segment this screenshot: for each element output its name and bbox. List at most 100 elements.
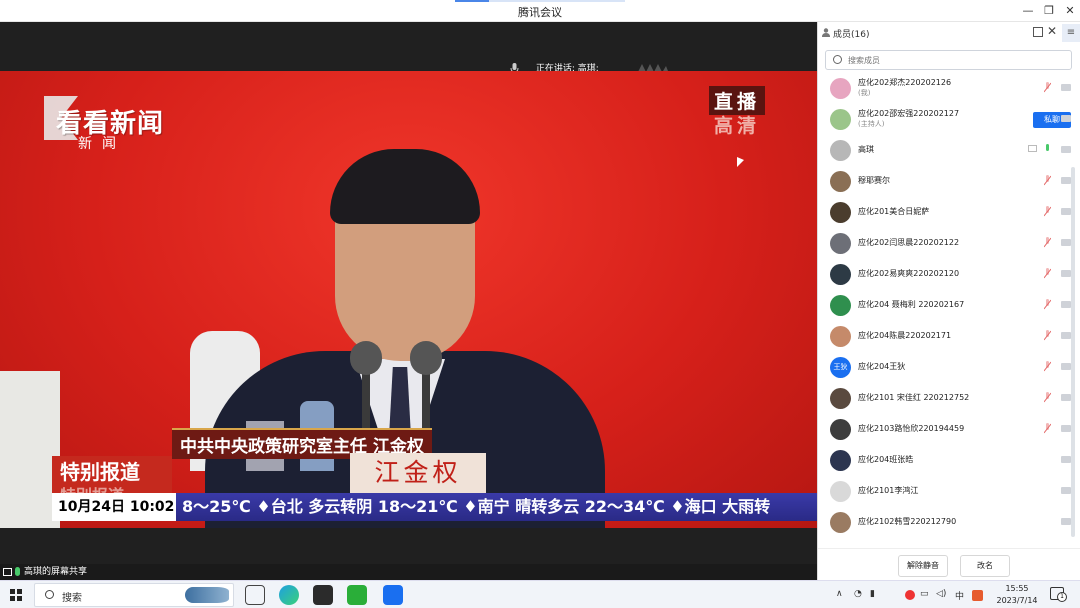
ticker-date: 10月24日 10:02 xyxy=(52,493,176,521)
mic-muted-icon[interactable] xyxy=(1044,268,1051,279)
screen-share-icon xyxy=(1028,145,1037,152)
member-row[interactable]: 穆耶赛尔 xyxy=(818,166,1080,197)
camera-off-icon[interactable] xyxy=(1061,270,1071,277)
camera-off-icon[interactable] xyxy=(1061,301,1071,308)
taskbar-search-label: 搜索 xyxy=(62,593,82,604)
mic-muted-icon[interactable] xyxy=(1044,299,1051,310)
mic-muted-icon[interactable] xyxy=(1044,237,1051,248)
member-name: 应化204 聂梅利 220202167 xyxy=(858,300,965,309)
member-row[interactable]: 王狄 应化204王狄 xyxy=(818,352,1080,383)
microphone xyxy=(350,341,382,375)
news-ticker: 10月24日 10:02 8～25℃ ♦台北 多云转阴 18～21℃ ♦南宁 晴… xyxy=(52,493,817,521)
camera-off-icon[interactable] xyxy=(1061,208,1071,215)
windows-start-icon[interactable] xyxy=(10,589,22,601)
battery-icon[interactable]: ▭ xyxy=(920,589,929,599)
system-clock[interactable]: 15:55 2023/7/14 xyxy=(993,583,1041,607)
search-icon xyxy=(833,55,842,64)
menu-icon[interactable]: ≡ xyxy=(1062,24,1080,42)
rename-button[interactable]: 改名 xyxy=(960,555,1010,577)
camera-off-icon[interactable] xyxy=(1061,332,1071,339)
ticker-text: 8～25℃ ♦台北 多云转阴 18～21℃ ♦南宁 晴转多云 22～34℃ ♦海… xyxy=(176,493,817,521)
camera-off-icon[interactable] xyxy=(1061,239,1071,246)
avatar xyxy=(830,512,851,533)
camera-off-icon[interactable] xyxy=(1061,487,1071,494)
pop-out-icon[interactable] xyxy=(1033,27,1043,37)
person-icon xyxy=(822,28,830,37)
mic-muted-icon[interactable] xyxy=(1044,423,1051,434)
app-tray-icon[interactable] xyxy=(905,590,915,600)
channel-logo-subtext: 新闻 xyxy=(78,136,126,152)
avatar xyxy=(830,264,851,285)
member-name: 应化202邵宏强220202127 xyxy=(858,109,960,118)
mic-muted-icon[interactable] xyxy=(1044,206,1051,217)
member-name: 应化2101李鸿江 xyxy=(858,486,919,495)
avatar xyxy=(830,78,851,99)
clock-date: 2023/7/14 xyxy=(996,596,1038,605)
mic-active-icon[interactable] xyxy=(1044,144,1051,155)
avatar xyxy=(830,481,851,502)
avatar xyxy=(830,450,851,471)
screen-share-label: 高琪的屏幕共享 xyxy=(0,564,817,580)
member-row[interactable]: 应化204陈晨220202171 xyxy=(818,321,1080,352)
input-method-icon[interactable] xyxy=(972,590,983,601)
members-panel-footer: 解除静音 改名 xyxy=(818,548,1080,580)
camera-off-icon[interactable] xyxy=(1061,115,1071,122)
close-window-button[interactable]: ✕ xyxy=(1062,3,1078,19)
member-row[interactable]: 应化202闫思晨220202122 xyxy=(818,228,1080,259)
member-list-scrollbar[interactable] xyxy=(1071,167,1075,537)
member-search-input[interactable] xyxy=(848,53,1063,67)
minimize-button[interactable]: — xyxy=(1020,3,1036,19)
show-hidden-icons[interactable]: ∧ xyxy=(836,589,843,599)
unmute-all-button[interactable]: 解除静音 xyxy=(898,555,948,577)
member-row[interactable]: 应化202郑杰220202126 (我) xyxy=(818,73,1080,104)
network-icon[interactable]: ◔ xyxy=(854,589,862,599)
camera-off-icon[interactable] xyxy=(1061,363,1071,370)
mic-muted-icon[interactable] xyxy=(1044,392,1051,403)
tencent-meeting-icon[interactable] xyxy=(383,585,403,605)
mic-muted-icon[interactable] xyxy=(1044,330,1051,341)
microphone-tray-icon[interactable]: ▮ xyxy=(870,589,875,599)
taskbar-search[interactable]: 搜索 xyxy=(34,583,234,607)
volume-icon[interactable]: ◁) xyxy=(936,589,946,599)
member-row[interactable]: 应化204班张皓 xyxy=(818,445,1080,476)
camera-off-icon[interactable] xyxy=(1061,177,1071,184)
member-row[interactable]: 应化202易爽爽220202120 xyxy=(818,259,1080,290)
app-icon[interactable] xyxy=(313,585,333,605)
restore-button[interactable]: ❐ xyxy=(1041,3,1057,19)
camera-off-icon[interactable] xyxy=(1061,456,1071,463)
camera-off-icon[interactable] xyxy=(1061,84,1071,91)
member-row[interactable]: 高琪 xyxy=(818,135,1080,166)
avatar xyxy=(830,140,851,161)
avatar xyxy=(830,419,851,440)
mic-muted-icon[interactable] xyxy=(1044,361,1051,372)
task-view-icon[interactable] xyxy=(245,585,265,605)
camera-off-icon[interactable] xyxy=(1061,518,1071,525)
mic-muted-icon[interactable] xyxy=(1044,175,1051,186)
member-row[interactable]: 应化202邵宏强220202127 (主持人) 私聊 xyxy=(818,104,1080,135)
search-icon xyxy=(45,590,54,599)
camera-off-icon[interactable] xyxy=(1061,425,1071,432)
member-row[interactable]: 应化2101李鸿江 xyxy=(818,476,1080,507)
member-row[interactable]: 应化201美合日妮萨 xyxy=(818,197,1080,228)
members-panel: 成员(16) ✕ ≡ 应化202郑杰220202126 (我) 应化202邵宏强22… xyxy=(817,22,1080,580)
avatar: 王狄 xyxy=(830,357,851,378)
member-row[interactable]: 应化2101 宋佳红 220212752 xyxy=(818,383,1080,414)
edge-browser-icon[interactable] xyxy=(279,585,299,605)
close-panel-icon[interactable]: ✕ xyxy=(1047,24,1057,38)
members-title: 成员(16) xyxy=(833,30,870,40)
taskbar: 搜索 ∧ ◔ ▮ ▭ ◁) 中 15:55 2023/7/14 1 xyxy=(0,580,1080,608)
avatar xyxy=(830,202,851,223)
wechat-icon[interactable] xyxy=(347,585,367,605)
ime-icon[interactable]: 中 xyxy=(955,589,964,602)
member-search[interactable] xyxy=(825,50,1072,70)
member-row[interactable]: 应化204 聂梅利 220202167 xyxy=(818,290,1080,321)
camera-off-icon[interactable] xyxy=(1061,394,1071,401)
mic-muted-icon[interactable] xyxy=(1044,82,1051,93)
mouse-cursor-icon xyxy=(737,157,744,167)
member-name: 应化2102韩雪220212790 xyxy=(858,517,957,526)
notification-center-icon[interactable]: 1 xyxy=(1050,587,1067,602)
camera-off-icon[interactable] xyxy=(1061,146,1071,153)
member-row[interactable]: 应化2102韩雪220212790 xyxy=(818,507,1080,538)
screen-icon xyxy=(3,567,12,576)
member-row[interactable]: 应化2103路怡欣220194459 xyxy=(818,414,1080,445)
